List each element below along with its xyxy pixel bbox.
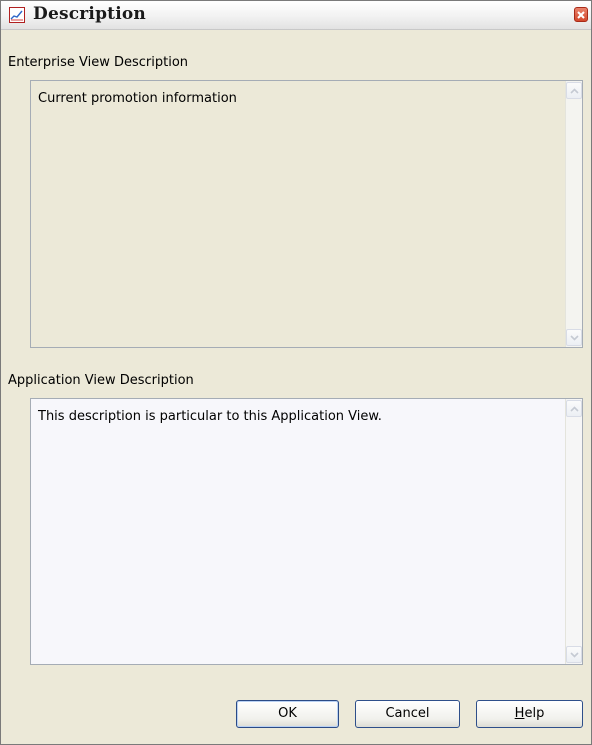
help-button-label: elp — [524, 706, 545, 721]
cancel-button-label: Cancel — [385, 706, 430, 721]
cancel-button[interactable]: Cancel — [355, 700, 460, 728]
chart-icon — [9, 7, 25, 23]
help-button[interactable]: Help — [476, 700, 583, 728]
arrow-down-icon — [570, 335, 579, 341]
arrow-up-icon — [570, 406, 579, 412]
application-view-description-field[interactable]: This description is particular to this A… — [30, 398, 583, 665]
help-button-mnemonic: H — [514, 706, 525, 721]
enterprise-scrollbar[interactable] — [565, 81, 582, 347]
enterprise-view-label: Enterprise View Description — [8, 55, 189, 70]
enterprise-view-description-text: Current promotion information — [38, 91, 237, 106]
scroll-down-button[interactable] — [566, 329, 582, 346]
ok-button[interactable]: OK — [236, 700, 339, 728]
close-button[interactable] — [574, 7, 588, 22]
scroll-up-button[interactable] — [566, 82, 582, 99]
ok-button-label: OK — [278, 706, 297, 721]
application-scrollbar[interactable] — [565, 399, 582, 664]
application-view-label: Application View Description — [8, 373, 194, 388]
window-title: Description — [33, 4, 146, 24]
arrow-up-icon — [570, 88, 579, 94]
arrow-down-icon — [570, 652, 579, 658]
scroll-up-button[interactable] — [566, 400, 582, 417]
title-bar[interactable]: Description — [1, 1, 591, 30]
application-view-description-text: This description is particular to this A… — [38, 409, 382, 424]
close-icon — [577, 11, 585, 19]
scroll-down-button[interactable] — [566, 646, 582, 663]
enterprise-view-description-field[interactable]: Current promotion information — [30, 80, 583, 348]
description-dialog: Description Enterprise View Description … — [0, 0, 592, 745]
